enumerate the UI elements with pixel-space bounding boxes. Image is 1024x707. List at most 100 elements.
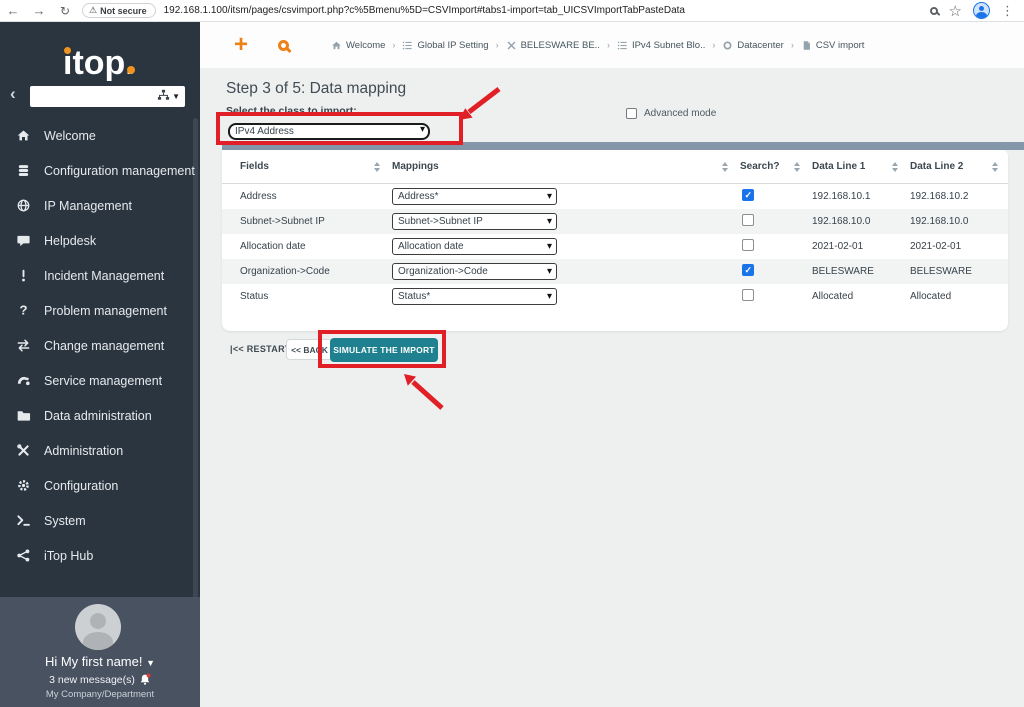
sidebar-item-label: Administration [44,444,123,458]
page: ← → ↻ ⚠ Not secure 192.168.1.100/itsm/pa… [0,0,1024,707]
breadcrumb-item-ipv4-subnet-block[interactable]: IPv4 Subnet Blo.. [617,40,705,51]
restart-button[interactable]: |<< RESTART [230,344,291,354]
browser-menu-icon[interactable]: ⋮ [1001,3,1014,19]
sort-icon[interactable] [374,162,380,172]
sidebar-item-itop-hub[interactable]: iTop Hub [0,538,193,573]
class-select[interactable]: IPv4 Address [228,123,430,140]
itop-logo: itop. [63,46,135,80]
global-search-icon[interactable] [278,40,289,51]
user-menu-caret-icon: ▼ [146,658,155,668]
sidebar-item-label: Data administration [44,409,152,423]
mapping-select-wrap: Address* [392,188,557,205]
breadcrumb-item-belesware[interactable]: BELESWARE BE.. [506,40,600,51]
sidebar-search-input[interactable] [30,88,157,105]
sidebar-item-welcome[interactable]: Welcome [0,118,193,153]
exclamation-icon [16,268,31,283]
data-line2-cell: 192.168.10.0 [910,216,1000,227]
user-messages[interactable]: 3 new message(s) [0,673,200,686]
simulate-import-button[interactable]: SIMULATE THE IMPORT [330,338,438,362]
terminal-icon [16,513,31,528]
column-header: Data Line 1 [812,161,865,172]
breadcrumb-label: Datacenter [737,40,783,51]
search-checkbox[interactable] [742,289,754,301]
search-checkbox[interactable] [742,214,754,226]
sidebar-item-configuration-management[interactable]: Configuration management [0,153,193,188]
not-secure-badge[interactable]: ⚠ Not secure [82,3,156,18]
search-checkbox[interactable] [742,189,754,201]
sidebar-collapse-icon[interactable]: ‹ [10,84,16,104]
breadcrumb-item-welcome[interactable]: Welcome [331,40,385,51]
field-cell: Organization->Code [240,266,392,277]
table-scrollbar[interactable] [222,142,1024,150]
sort-icon[interactable] [892,162,898,172]
question-icon: ? [16,303,31,318]
mapping-select[interactable]: Status* [392,288,557,305]
mapping-select[interactable]: Allocation date [392,238,557,255]
user-panel: Hi My first name! ▼ 3 new message(s) My … [0,597,200,707]
annotation-arrow-class-select [453,85,503,127]
sidebar-item-administration[interactable]: Administration [0,433,193,468]
sidebar-item-problem-management[interactable]: ? Problem management [0,293,193,328]
sidebar-item-configuration[interactable]: Configuration [0,468,193,503]
sidebar-item-label: iTop Hub [44,549,93,563]
user-messages-label: 3 new message(s) [49,674,135,686]
url-text[interactable]: 192.168.1.100/itsm/pages/csvimport.php?c… [164,5,914,16]
bookmark-star-icon[interactable]: ☆ [949,2,962,20]
forward-icon[interactable]: → [26,3,52,18]
user-greeting-label: Hi My first name! [45,654,143,669]
sidebar-item-label: Welcome [44,129,96,143]
browser-profile-icon[interactable] [973,2,990,19]
reload-icon[interactable]: ↻ [52,4,78,18]
advanced-mode-wrap: Advanced mode [626,108,716,119]
search-scope-caret-icon[interactable]: ▼ [172,92,180,101]
search-checkbox[interactable] [742,239,754,251]
user-avatar[interactable] [75,604,121,650]
breadcrumb-label: IPv4 Subnet Blo.. [632,40,705,51]
sidebar-item-system[interactable]: System [0,503,193,538]
sidebar-item-incident-management[interactable]: Incident Management [0,258,193,293]
list-icon [617,40,628,51]
sidebar-scrollbar[interactable] [193,118,198,598]
sidebar-item-helpdesk[interactable]: Helpdesk [0,223,193,258]
sort-icon[interactable] [794,162,800,172]
mapping-select[interactable]: Organization->Code [392,263,557,280]
class-select-wrap: IPv4 Address [228,121,430,138]
mapping-select[interactable]: Subnet->Subnet IP [392,213,557,230]
breadcrumb-item-datacenter[interactable]: Datacenter [722,40,783,51]
breadcrumb-item-csv-import[interactable]: CSV import [801,40,865,51]
quick-create-icon[interactable]: + [234,33,248,57]
sidebar-item-ip-management[interactable]: IP Management [0,188,193,223]
breadcrumb-item-global-ip-setting[interactable]: Global IP Setting [402,40,488,51]
chevron-right-icon: › [607,40,610,50]
column-header: Search? [740,161,779,172]
annotation-arrow-simulate-button [396,368,448,414]
zoom-icon[interactable] [930,7,938,15]
sidebar-item-change-management[interactable]: Change management [0,328,193,363]
sidebar-search-box: ▼ [30,86,185,107]
sort-icon[interactable] [722,162,728,172]
table-header-row: Fields Mappings Search? Data Line 1 Data… [222,150,1008,184]
breadcrumb-label: BELESWARE BE.. [521,40,600,51]
back-button[interactable]: << BACK [286,339,333,360]
logo-orange-dot [64,47,71,54]
back-icon[interactable]: ← [0,3,26,18]
user-greeting[interactable]: Hi My first name! ▼ [0,654,200,669]
mapping-select[interactable]: Address* [392,188,557,205]
mapping-table: Fields Mappings Search? Data Line 1 Data… [222,150,1008,331]
org-tree-icon[interactable] [157,88,170,106]
sort-icon[interactable] [992,162,998,172]
data-line1-cell: BELESWARE [812,266,910,277]
top-header-band: + Welcome › Global IP Setting › BELESWAR… [200,22,1024,68]
sidebar-item-label: System [44,514,86,528]
advanced-mode-checkbox[interactable] [626,108,637,119]
mapping-select-wrap: Allocation date [392,238,557,255]
column-header: Mappings [392,161,439,172]
home-icon [16,128,31,143]
data-line1-cell: 192.168.10.1 [812,191,910,202]
sidebar-item-data-administration[interactable]: Data administration [0,398,193,433]
sidebar-item-service-management[interactable]: Service management [0,363,193,398]
breadcrumb-label: Welcome [346,40,385,51]
breadcrumb-label: Global IP Setting [417,40,488,51]
search-checkbox[interactable] [742,264,754,276]
list-icon [402,40,413,51]
